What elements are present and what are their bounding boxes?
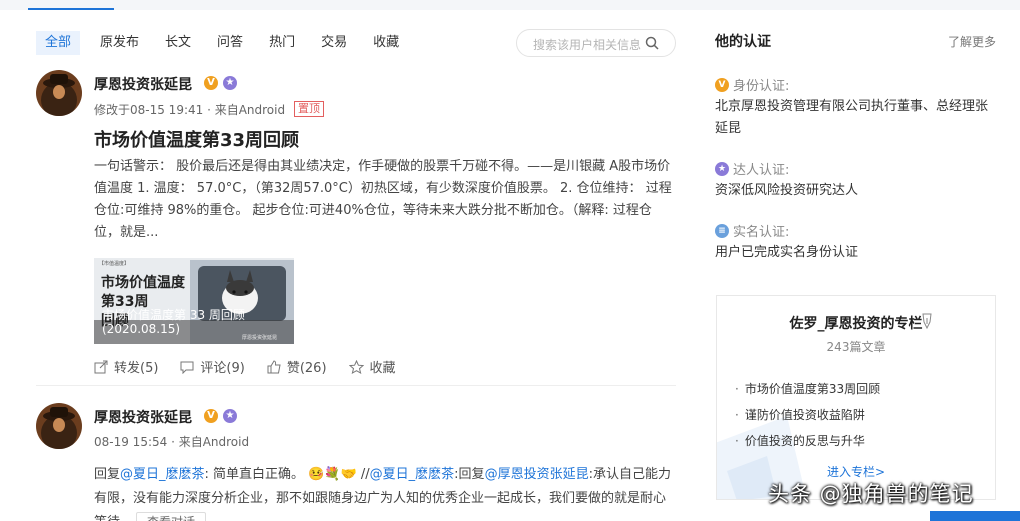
column-article-item[interactable]: 价值投资的反思与升华 [735,428,880,454]
collect-button[interactable]: 收藏 [348,357,396,376]
search-input[interactable]: 搜索该用户相关信息 [533,36,641,53]
collect-label: 收藏 [369,361,396,376]
identity-cert-label-text: 身份认证: [733,79,790,94]
expert-star-icon: ★ [223,76,237,90]
star-icon [348,359,364,374]
pinned-badge: 置顶 [294,101,324,117]
reply-text: 回复@夏日_麽麽茶: 简单直白正确。 🤒💐🤝 //@夏日_麽麽茶:回复@厚恩投资… [94,463,674,521]
post-actions: 转发(5) 评论(9) 赞(26) 收藏 [94,357,418,376]
thumb-tag: 【市值温度】 [99,261,130,267]
pen-icon [922,313,932,329]
reply-prefix: 回复 [94,467,121,482]
post-card: 厚恩投资张延昆 V ★ 修改于08-15 19:41 · 来自Android 置… [36,70,676,380]
forward-count: 转发(5) [114,361,159,376]
top-nav-active-indicator [28,8,114,10]
column-card: 佐罗_厚恩投资的专栏 243篇文章 市场价值温度第33周回顾 谨防价值投资收益陷… [716,295,996,500]
column-article-list: 市场价值温度第33周回顾 谨防价值投资收益陷阱 价值投资的反思与升华 [735,376,880,454]
tab-qa[interactable]: 问答 [217,31,243,55]
user-search-box[interactable]: 搜索该用户相关信息 [516,29,676,57]
post-title[interactable]: 市场价值温度第33周回顾 [94,126,299,152]
watermark: 头条 @独角兽的笔记 [768,482,974,506]
identity-cert-icon: V [715,77,729,92]
expert-cert-icon: ★ [715,161,729,176]
realname-cert-label-text: 实名认证: [733,225,790,240]
expert-cert-label-text: 达人认证: [733,163,790,178]
thumb-line1: 市场价值温度 [101,275,185,291]
thumb-overlay-title: 市场价值温度第 33 周回顾 [102,308,245,322]
tab-favorites[interactable]: 收藏 [373,31,399,55]
certification-title: 他的认证 [715,34,771,50]
reply-text-2: :回复 [454,467,485,482]
search-icon[interactable] [645,36,659,50]
post-meta: 08-19 15:54 · 来自Android [94,435,250,449]
thumbs-up-icon [267,359,281,373]
tab-trade[interactable]: 交易 [321,31,347,55]
view-conversation-button[interactable]: 查看对话 [136,512,207,521]
identity-cert-text: 北京厚恩投资管理有限公司执行董事、总经理张延昆 [715,99,989,136]
column-article-count: 243篇文章 [826,340,886,354]
column-article-item[interactable]: 市场价值温度第33周回顾 [735,376,880,402]
profile-tabs: 全部 原发布 长文 问答 热门 交易 收藏 [36,31,425,55]
expert-star-icon: ★ [223,409,237,423]
tab-original[interactable]: 原发布 [100,31,139,55]
mention-link[interactable]: @厚恩投资张延昆 [485,467,589,482]
forward-button[interactable]: 转发(5) [94,357,158,376]
like-count: 赞(26) [286,361,327,376]
post-excerpt: 一句话警示： 股价最后还是得由其业绩决定，作手硬做的股票千万碰不得。——是川银藏… [94,159,672,240]
avatar[interactable] [36,403,82,449]
expert-cert-label: ★ 达人认证: [715,159,789,178]
emoji-group: 🤒💐🤝 [308,467,357,482]
column-article-item[interactable]: 谨防价值投资收益陷阱 [735,402,880,428]
corner-bar [930,511,1020,521]
comment-button[interactable]: 评论(9) [180,357,245,376]
expert-cert-text: 资深低风险投资研究达人 [715,183,859,198]
realname-cert-text: 用户已完成实名身份认证 [715,245,859,260]
post-username[interactable]: 厚恩投资张延昆 [94,74,192,94]
avatar[interactable] [36,70,82,116]
comment-icon [180,361,194,374]
realname-cert-label: ≡ 实名认证: [715,221,789,240]
tab-hot[interactable]: 热门 [269,31,295,55]
post-card: 厚恩投资张延昆 V ★ 08-19 15:54 · 来自Android 回复@夏… [36,403,676,521]
post-meta: 修改于08-15 19:41 · 来自Android [94,103,286,117]
verified-v-icon: V [204,76,218,90]
post-username[interactable]: 厚恩投资张延昆 [94,407,192,427]
identity-cert-label: V 身份认证: [715,75,789,94]
mention-link[interactable]: @夏日_麽麽茶 [370,467,455,482]
top-nav-strip [0,0,1020,10]
thumb-caption: 厚恩投资张延昆 [242,335,278,341]
tab-all[interactable]: 全部 [36,31,81,55]
thumb-date: (2020.08.15) [102,322,181,336]
reply-separator: // [356,467,370,482]
reply-text-1: : 简单直白正确。 [204,467,305,482]
post-thumbnail[interactable]: 【市值温度】 市场价值温度 第33周 回顾 市场价值温度第 33 周回顾 (20… [94,258,294,344]
mention-link[interactable]: @夏日_麽麽茶 [120,467,205,482]
like-button[interactable]: 赞(26) [267,357,327,376]
verified-v-icon: V [204,409,218,423]
column-name[interactable]: 佐罗_厚恩投资的专栏 [717,313,995,333]
post-divider [36,385,676,386]
tab-longform[interactable]: 长文 [165,31,191,55]
forward-icon [94,360,108,373]
comment-count: 评论(9) [200,361,245,376]
learn-more-link[interactable]: 了解更多 [948,33,996,50]
realname-cert-icon: ≡ [715,223,729,238]
